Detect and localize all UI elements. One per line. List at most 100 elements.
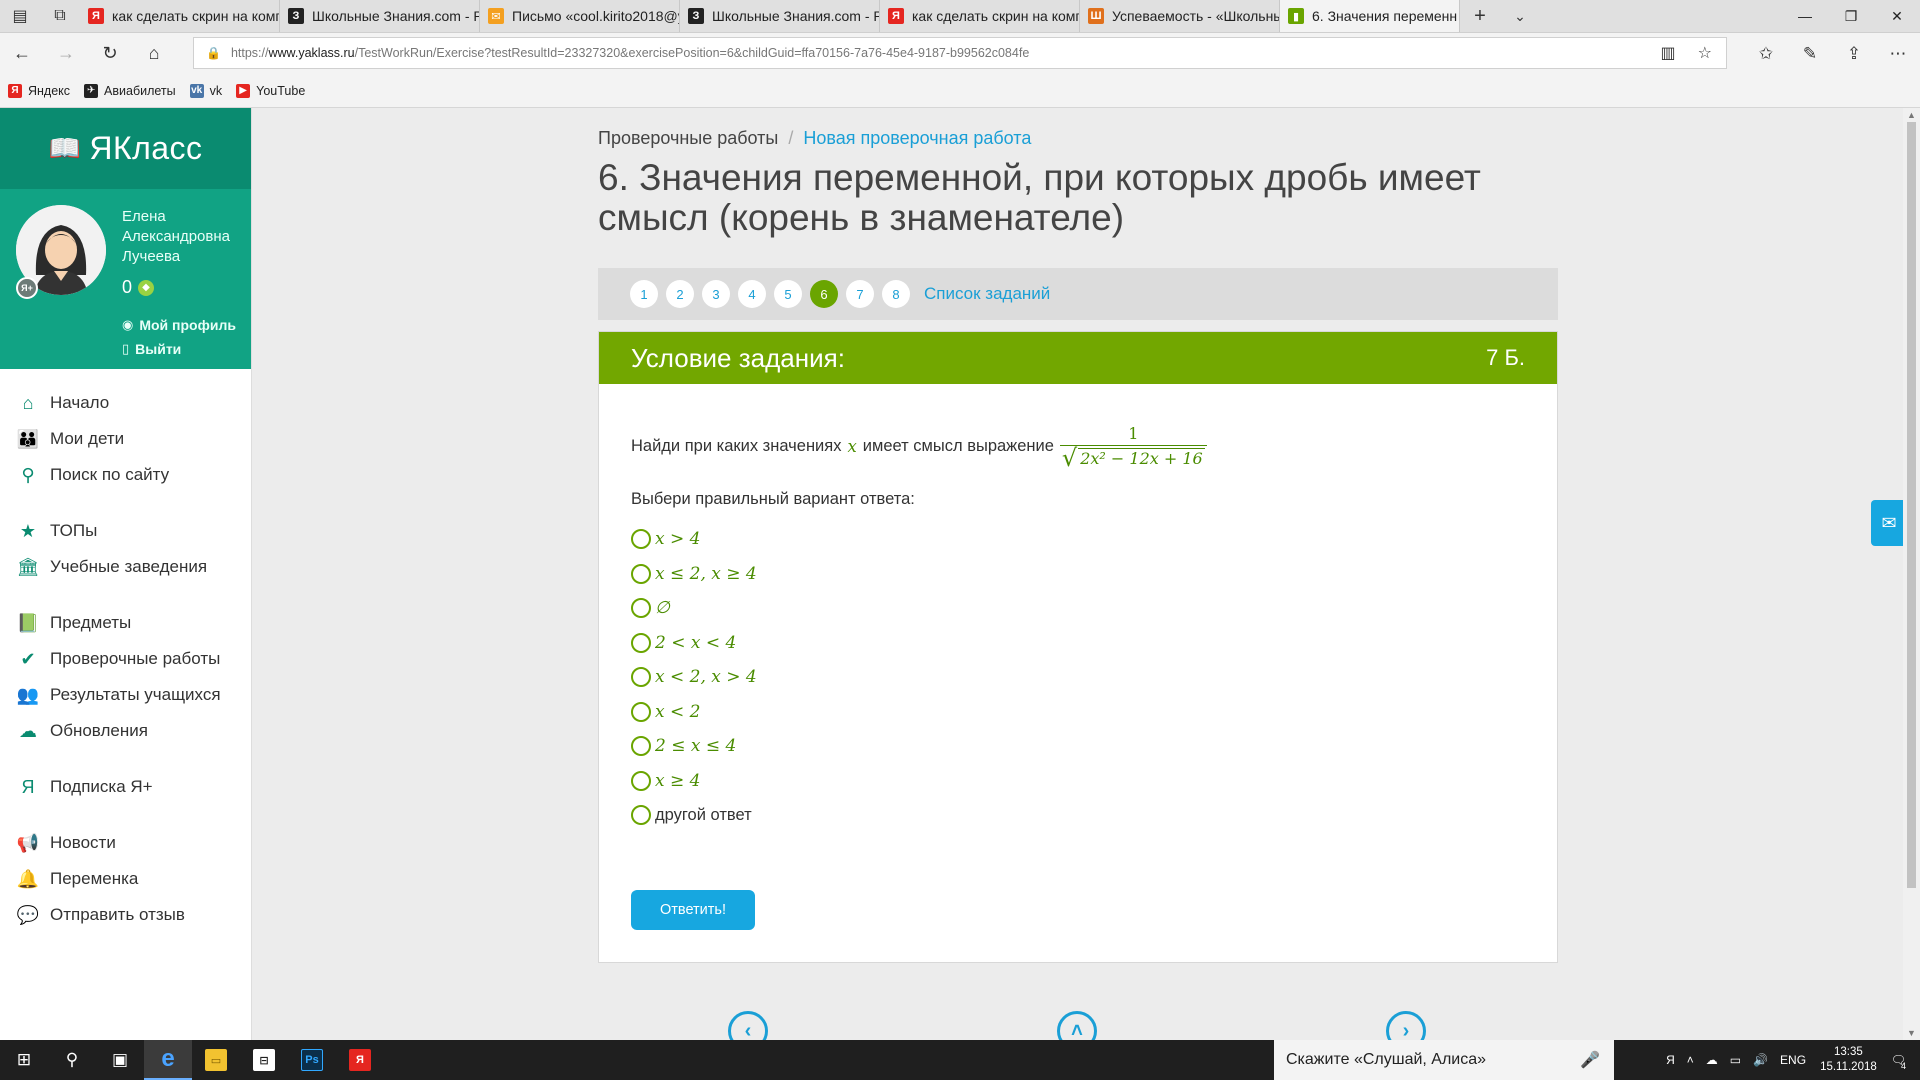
reading-view-icon[interactable]: ▥ [1661,43,1676,63]
pager-item[interactable]: 6 [810,280,838,308]
breadcrumb-link[interactable]: Новая проверочная работа [803,128,1031,148]
tab-label: 6. Значения переменн [1312,8,1458,24]
search-icon[interactable]: ⚲ [48,1040,96,1080]
pager-item[interactable]: 8 [882,280,910,308]
radio-button[interactable] [631,701,651,722]
set-aside-tabs-icon[interactable]: ⧉ [40,0,80,32]
tab-5[interactable]: Якак сделать скрин на комп [880,0,1080,32]
radio-button[interactable] [631,805,651,826]
sidebar-item[interactable]: 📢 Новости [0,825,251,861]
brand-logo[interactable]: 📖 ЯКласс [0,108,251,189]
answer-option[interactable]: x < 2, x > 4 [631,660,757,695]
minimize-icon[interactable]: — [1782,0,1828,32]
language-indicator[interactable]: ENG [1780,1053,1806,1067]
logout-link[interactable]: ▯ Выйти [122,341,181,357]
pager-item[interactable]: 1 [630,280,658,308]
close-window-icon[interactable]: ✕ [1874,0,1920,32]
answer-option[interactable]: x ≤ 2, x ≥ 4 [631,557,757,592]
answer-option[interactable]: x < 2 [631,695,757,730]
share-icon[interactable]: ⇪ [1832,44,1876,64]
microphone-icon[interactable]: 🎤 [1580,1050,1600,1070]
forward-icon[interactable]: → [44,43,88,64]
tab-4[interactable]: З Школьные Знания.com - Р [680,0,880,32]
sidebar-item[interactable]: 📗 Предметы [0,605,251,641]
pager-item[interactable]: 3 [702,280,730,308]
edge-browser-icon[interactable]: e [144,1040,192,1080]
sidebar-item[interactable]: 💬 Отправить отзыв [0,897,251,933]
tab-dropdown-icon[interactable]: ⌄ [1500,0,1540,32]
answer-option[interactable]: x > 4 [631,522,757,557]
my-profile-link[interactable]: ◉ Мой профиль [122,317,236,333]
refresh-icon[interactable]: ↻ [88,43,132,64]
tab-preview-icon[interactable]: ▤ [0,0,40,32]
favorite-3[interactable]: vk vk [189,83,222,98]
web-note-icon[interactable]: ✎ [1788,44,1832,64]
answer-option[interactable]: 2 ≤ x ≤ 4 [631,729,757,764]
breadcrumb-root[interactable]: Проверочные работы [598,128,778,148]
radio-button[interactable] [631,736,651,757]
sidebar-item[interactable]: ⚲ Поиск по сайту [0,457,251,493]
sidebar-item[interactable]: 👪 Мои дети [0,421,251,457]
onedrive-icon[interactable]: ☁ [1706,1053,1718,1067]
radio-button[interactable] [631,598,651,619]
tab-active[interactable]: ▮ 6. Значения переменн ✕ [1280,0,1460,32]
sidebar-item[interactable]: 👥 Результаты учащихся [0,677,251,713]
favorites-hub-icon[interactable]: ✩ [1744,44,1788,64]
new-tab-button[interactable]: + [1460,0,1500,32]
favorite-4[interactable]: ▶ YouTube [236,83,305,98]
pager-item[interactable]: 7 [846,280,874,308]
tab-3[interactable]: ✉ Письмо «cool.kirito2018@y [480,0,680,32]
pager-item[interactable]: 5 [774,280,802,308]
alice-search-box[interactable]: Скажите «Слушай, Алиса» 🎤 [1274,1040,1614,1080]
radio-button[interactable] [631,529,651,550]
store-icon[interactable]: ⊟ [240,1040,288,1080]
notifications-icon[interactable]: 🗨 4 [1891,1053,1906,1071]
address-bar[interactable]: 🔒 https://www.yaklass.ru/TestWorkRun/Exe… [193,37,1727,69]
answer-option[interactable]: ∅ [631,591,757,626]
yandex-browser-icon[interactable]: Я [336,1040,384,1080]
task-view-icon[interactable]: ▣ [96,1040,144,1080]
radio-button[interactable] [631,667,651,688]
windows-start-icon[interactable]: ⊞ [0,1040,48,1080]
pager-item[interactable]: 4 [738,280,766,308]
radio-button[interactable] [631,563,651,584]
tab-6[interactable]: Ш Успеваемость - «Школьны [1080,0,1280,32]
sidebar-item[interactable]: ✔ Проверочные работы [0,641,251,677]
page-scrollbar[interactable]: ▲ ▼ [1903,108,1920,1040]
sidebar-item[interactable]: 🏛 Учебные заведения [0,549,251,585]
system-tray: Я ˄ ☁ ▭ 🔊 ENG 13:35 15.11.2018 🗨 4 [1660,1040,1920,1080]
submit-answer-button[interactable]: Ответить! [631,890,755,930]
home-icon[interactable]: ⌂ [132,43,176,64]
tab-2[interactable]: З Школьные Знания.com - Р [280,0,480,32]
sidebar-item[interactable]: ⌂ Начало [0,385,251,421]
scroll-down-icon[interactable]: ▼ [1903,1028,1920,1038]
scrollbar-thumb[interactable] [1907,122,1916,888]
restore-icon[interactable]: ❐ [1828,0,1874,32]
feedback-mail-icon[interactable]: ✉ [1871,500,1907,546]
sidebar-item[interactable]: ★ ТОПы [0,513,251,549]
volume-icon[interactable]: 🔊 [1753,1053,1768,1067]
answer-option[interactable]: x ≥ 4 [631,764,757,799]
alice-icon[interactable]: Я [1666,1053,1675,1067]
tray-expand-icon[interactable]: ˄ [1687,1053,1694,1067]
more-icon[interactable]: ⋯ [1876,44,1920,64]
tab-1[interactable]: Якак сделать скрин на комп [80,0,280,32]
favorite-1[interactable]: Я Яндекс [8,83,70,98]
task-list-link[interactable]: Список заданий [924,284,1050,304]
scroll-up-icon[interactable]: ▲ [1903,110,1920,120]
sidebar-item[interactable]: ☁ Обновления [0,713,251,749]
pager-item[interactable]: 2 [666,280,694,308]
back-icon[interactable]: ← [0,43,44,64]
answer-option[interactable]: другой ответ [631,798,757,833]
file-explorer-icon[interactable]: ▭ [192,1040,240,1080]
radio-button[interactable] [631,770,651,791]
network-icon[interactable]: ▭ [1730,1053,1741,1067]
answer-option[interactable]: 2 < x < 4 [631,626,757,661]
sidebar-item[interactable]: 🔔 Переменка [0,861,251,897]
favorite-star-icon[interactable]: ☆ [1698,43,1712,63]
favorite-2[interactable]: ✈ Авиабилеты [84,83,176,98]
sidebar-item[interactable]: Я Подписка Я+ [0,769,251,805]
photoshop-icon[interactable]: Ps [288,1040,336,1080]
radio-button[interactable] [631,632,651,653]
clock[interactable]: 13:35 15.11.2018 [1820,1045,1877,1075]
